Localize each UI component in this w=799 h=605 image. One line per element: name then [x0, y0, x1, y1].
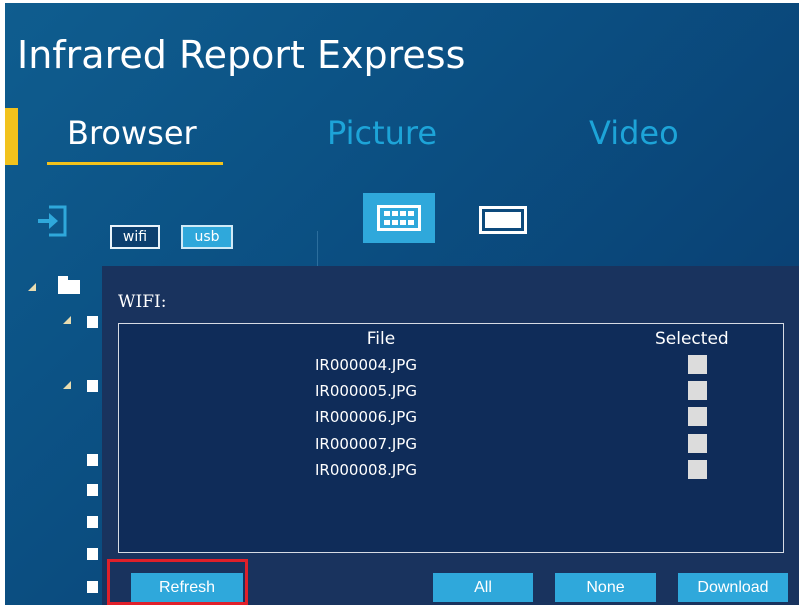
select-checkbox[interactable]	[688, 434, 707, 453]
file-name: IR000005.JPG	[315, 382, 417, 400]
usb-source-button[interactable]: usb	[181, 225, 233, 249]
dialog-title: WIFI:	[118, 292, 167, 312]
file-name: IR000007.JPG	[315, 435, 417, 453]
single-view-icon	[485, 212, 521, 228]
folder-icon[interactable]	[58, 276, 80, 294]
app-title: Infrared Report Express	[17, 33, 466, 77]
file-name: IR000008.JPG	[315, 461, 417, 479]
tree-expand-arrow-icon[interactable]	[63, 381, 71, 389]
tab-underline	[47, 162, 223, 165]
select-checkbox[interactable]	[688, 355, 707, 374]
select-checkbox[interactable]	[688, 381, 707, 400]
select-none-button[interactable]: None	[555, 573, 656, 602]
tab-video[interactable]: Video	[589, 111, 679, 155]
grid-view-icon	[377, 205, 421, 231]
tab-picture[interactable]: Picture	[327, 111, 437, 155]
file-list[interactable]: File Selected IR000004.JPG IR000005.JPG …	[118, 323, 784, 553]
active-tab-indicator	[5, 108, 18, 165]
tree-node-icon[interactable]	[87, 581, 98, 593]
select-checkbox[interactable]	[688, 407, 707, 426]
select-all-button[interactable]: All	[433, 573, 533, 602]
file-row[interactable]: IR000008.JPG	[119, 457, 783, 483]
column-header-selected: Selected	[655, 329, 729, 349]
tree-node-icon[interactable]	[87, 454, 98, 466]
import-icon[interactable]	[35, 203, 71, 239]
app-window: Infrared Report Express Browser Picture …	[5, 3, 799, 605]
wifi-source-button[interactable]: wifi	[110, 225, 160, 249]
refresh-button[interactable]: Refresh	[131, 573, 243, 602]
select-checkbox[interactable]	[688, 460, 707, 479]
file-name: IR000006.JPG	[315, 408, 417, 426]
tree-expand-arrow-icon[interactable]	[63, 316, 71, 324]
file-row[interactable]: IR000005.JPG	[119, 378, 783, 404]
file-row[interactable]: IR000006.JPG	[119, 404, 783, 430]
tab-browser[interactable]: Browser	[67, 111, 197, 155]
tree-node-icon[interactable]	[87, 316, 98, 328]
tree-expand-arrow-icon[interactable]	[28, 283, 36, 291]
download-button[interactable]: Download	[678, 573, 788, 602]
tree-node-icon[interactable]	[87, 548, 98, 560]
grid-view-button[interactable]	[363, 193, 435, 243]
tree-node-icon[interactable]	[87, 380, 98, 392]
single-view-button[interactable]	[479, 206, 527, 234]
wifi-download-dialog: WIFI: File Selected IR000004.JPG IR00000…	[102, 266, 799, 605]
tree-node-icon[interactable]	[87, 484, 98, 496]
tree-node-icon[interactable]	[87, 516, 98, 528]
column-header-file: File	[366, 329, 396, 349]
file-row[interactable]: IR000007.JPG	[119, 431, 783, 457]
file-name: IR000004.JPG	[315, 356, 417, 374]
file-row[interactable]: IR000004.JPG	[119, 352, 783, 378]
panel-divider	[317, 231, 318, 271]
